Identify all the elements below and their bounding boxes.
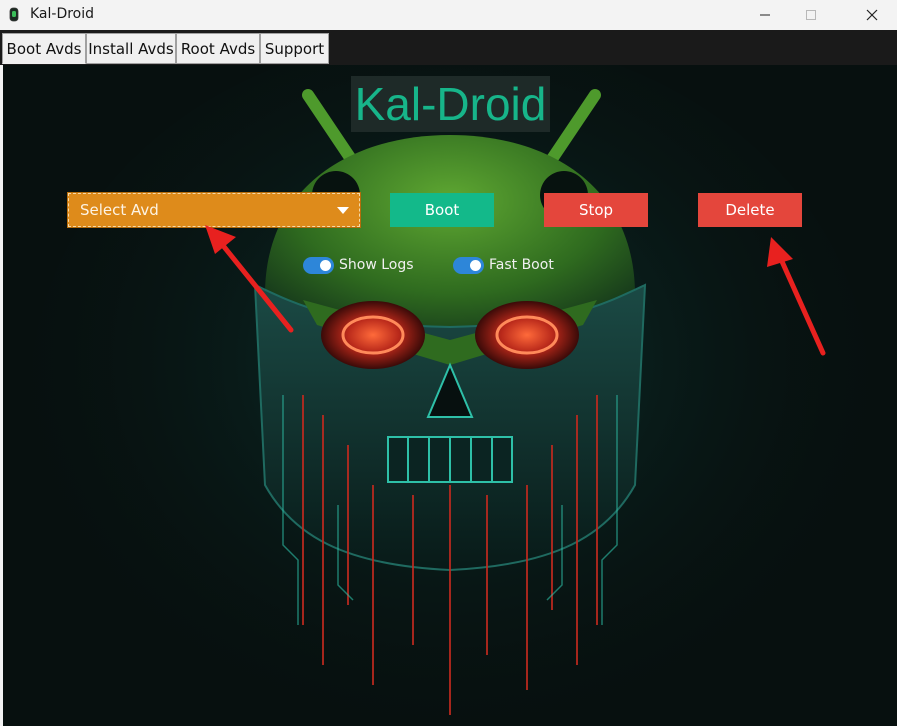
minimize-icon [760, 14, 770, 16]
window-title: Kal-Droid [30, 6, 95, 22]
close-button[interactable] [849, 0, 895, 30]
close-icon [866, 9, 878, 21]
tab-root-avds[interactable]: Root Avds [176, 33, 260, 64]
android-skull-background-image [3, 65, 897, 726]
tab-install-avds[interactable]: Install Avds [86, 33, 176, 64]
app-window: Kal-Droid Boot Avds Install Avds Root Av… [0, 0, 897, 726]
fast-boot-switch[interactable] [453, 256, 484, 274]
delete-button[interactable]: Delete [698, 193, 802, 227]
stop-button[interactable]: Stop [544, 193, 648, 227]
avd-select-value: Select Avd [80, 201, 159, 219]
show-logs-label: Show Logs [339, 257, 414, 273]
boot-button[interactable]: Boot [390, 193, 494, 227]
show-logs-switch[interactable] [303, 256, 334, 274]
title-bar: Kal-Droid [0, 0, 897, 30]
fast-boot-label: Fast Boot [489, 257, 554, 273]
fast-boot-toggle[interactable]: Fast Boot [453, 255, 554, 275]
maximize-button[interactable] [788, 0, 834, 30]
tab-support[interactable]: Support [260, 33, 329, 64]
chevron-down-icon [337, 207, 349, 214]
app-title: Kal-Droid [351, 76, 550, 132]
tab-boot-avds[interactable]: Boot Avds [2, 33, 86, 64]
switch-knob [470, 259, 481, 271]
minimize-button[interactable] [742, 0, 788, 30]
boot-avds-panel: Kal-Droid Select Avd Boot Stop Delete Sh… [3, 65, 897, 726]
android-icon [9, 7, 19, 22]
avd-select-dropdown[interactable]: Select Avd [67, 192, 361, 228]
maximize-icon [806, 10, 816, 20]
switch-knob [320, 259, 331, 271]
show-logs-toggle[interactable]: Show Logs [303, 255, 414, 275]
